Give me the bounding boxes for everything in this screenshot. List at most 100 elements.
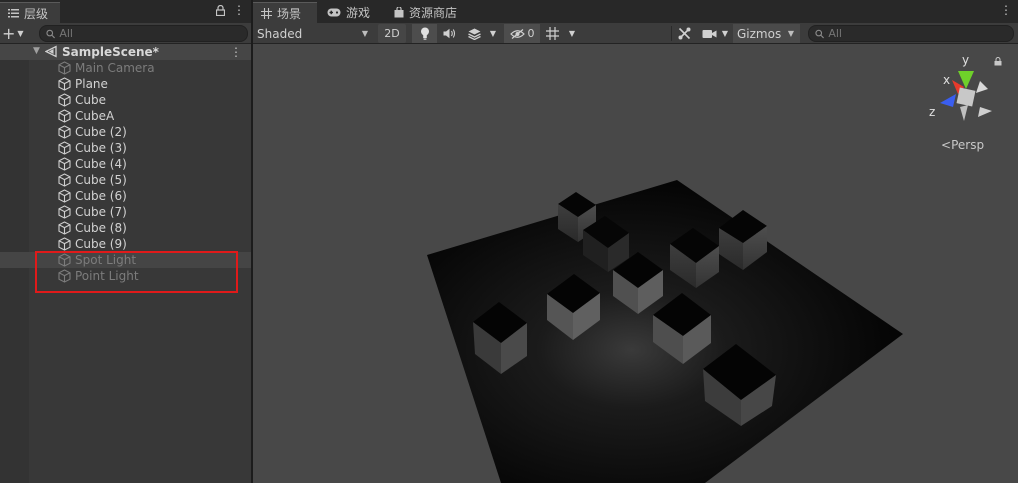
chevron-down-icon: ▼ [721, 29, 729, 38]
gameobject-cube-icon [58, 109, 71, 123]
scene-toolbar: Shaded ▼ 2D ▼ 0 ▼ ▼ Gizmos ▼ All [253, 23, 1018, 44]
scene-menu-icon[interactable]: ⋮ [230, 44, 242, 60]
hierarchy-tree: ▼ SampleScene* ⋮ Main Camera Plane Cube Cub… [0, 44, 251, 483]
toolbar-separator [671, 26, 672, 41]
hierarchy-item-label: Cube (8) [75, 221, 127, 235]
scene-render [427, 180, 903, 483]
scene-viewport[interactable]: y x z <Persp [253, 44, 1018, 483]
gizmos-label: Gizmos [737, 26, 782, 41]
hierarchy-item-label: Cube (2) [75, 125, 127, 139]
hierarchy-search[interactable] [39, 25, 248, 42]
chevron-down-icon: ▼ [361, 29, 368, 38]
gamepad-icon [327, 8, 341, 17]
shopping-bag-icon [394, 7, 404, 18]
foldout-icon[interactable]: ▼ [33, 46, 40, 56]
hierarchy-item[interactable]: Cube (8) [0, 220, 251, 236]
gameobject-cube-icon [58, 93, 71, 107]
gizmo-y-label: y [962, 53, 969, 67]
chevron-down-icon: ▼ [787, 29, 794, 38]
tab-game[interactable]: 游戏 [319, 2, 378, 23]
chevron-down-icon: ▼ [489, 29, 497, 38]
camera-icon [702, 29, 716, 38]
chevron-left-icon: < [941, 138, 952, 152]
scene-name: SampleScene* [62, 45, 159, 59]
tab-scene[interactable]: 场景 [253, 2, 317, 23]
hierarchy-item[interactable]: Cube [0, 92, 251, 108]
gameobject-cube-icon [58, 61, 71, 75]
camera-dropdown[interactable]: ▼ [719, 24, 731, 43]
list-icon [8, 8, 19, 17]
grid-icon [261, 7, 272, 19]
tab-menu-icon[interactable]: ⋮ [1000, 3, 1012, 17]
hierarchy-item[interactable]: Cube (3) [0, 140, 251, 156]
gizmos-dropdown[interactable]: Gizmos ▼ [733, 24, 800, 43]
shading-mode-dropdown[interactable]: Shaded ▼ [253, 24, 374, 43]
create-button[interactable]: + ▼ [2, 25, 32, 42]
toggle-2d-button[interactable]: 2D [378, 24, 406, 43]
chevron-down-icon: ▼ [17, 28, 24, 38]
camera-settings-button[interactable] [698, 24, 720, 43]
gameobject-cube-icon [58, 125, 71, 139]
hierarchy-panel: 层级 ⋮ + ▼ ▼ SampleScene* ⋮ Main Camera Pla… [0, 0, 251, 483]
gameobject-cube-icon [58, 237, 71, 251]
hierarchy-tabbar: 层级 ⋮ [0, 0, 251, 23]
search-icon [46, 29, 55, 38]
lock-icon[interactable] [994, 57, 1002, 66]
gameobject-cube-icon [58, 205, 71, 219]
gameobject-cube-icon [58, 77, 71, 91]
lighting-toggle[interactable] [412, 24, 437, 43]
scene-header[interactable]: ▼ SampleScene* ⋮ [0, 44, 251, 60]
hierarchy-item[interactable]: Main Camera [0, 60, 251, 76]
hierarchy-item[interactable]: Cube (4) [0, 156, 251, 172]
hierarchy-item-label: Cube (5) [75, 173, 127, 187]
audio-toggle[interactable] [438, 24, 460, 43]
tab-asset-store-label: 资源商店 [409, 6, 458, 20]
tab-menu-icon[interactable]: ⋮ [233, 3, 245, 17]
gizmo-z-label: z [929, 105, 935, 119]
tab-asset-store[interactable]: 资源商店 [386, 2, 465, 23]
hierarchy-item-label: Cube (7) [75, 205, 127, 219]
layers-icon [467, 28, 481, 40]
effects-toggle[interactable] [463, 24, 485, 43]
lock-icon[interactable] [216, 4, 225, 16]
hierarchy-item[interactable]: Cube (9) [0, 236, 251, 252]
scene-search-input[interactable] [828, 27, 1013, 40]
plus-icon: + [2, 23, 16, 43]
gizmo-neg-y-cone[interactable] [960, 105, 968, 121]
hierarchy-item[interactable]: Cube (7) [0, 204, 251, 220]
scene-visibility-toggle[interactable]: 0 [504, 24, 540, 43]
grid-toggle[interactable] [543, 24, 561, 43]
gizmo-z-cone[interactable] [940, 94, 956, 107]
speaker-icon [443, 28, 455, 39]
gameobject-cube-icon [58, 141, 71, 155]
effects-dropdown[interactable]: ▼ [486, 24, 500, 43]
hierarchy-item-label: Cube [75, 93, 106, 107]
tools-toggle[interactable] [673, 24, 695, 43]
hierarchy-item[interactable]: CubeA [0, 108, 251, 124]
tab-game-label: 游戏 [346, 6, 371, 20]
hidden-eye-icon [509, 28, 525, 39]
hierarchy-item[interactable]: Cube (2) [0, 124, 251, 140]
gameobject-cube-icon [58, 221, 71, 235]
grid-snap-icon [545, 27, 559, 40]
hierarchy-item-label: Cube (6) [75, 189, 127, 203]
hierarchy-item-label: Cube (4) [75, 157, 127, 171]
hierarchy-item-label: Cube (3) [75, 141, 127, 155]
hierarchy-item-label: Plane [75, 77, 108, 91]
hierarchy-item[interactable]: Plane [0, 76, 251, 92]
hierarchy-search-input[interactable] [59, 27, 247, 40]
gizmo-center-cube[interactable] [956, 87, 976, 107]
lightbulb-icon [420, 27, 429, 40]
gizmo-neg-z-cone[interactable] [978, 107, 992, 117]
hierarchy-item[interactable]: Cube (5) [0, 172, 251, 188]
scene-search[interactable] [808, 25, 1014, 42]
hierarchy-item[interactable]: Cube (6) [0, 188, 251, 204]
tab-hierarchy-label: 层级 [24, 6, 49, 21]
scene-tab-controls: ⋮ [1000, 3, 1012, 17]
tab-hierarchy[interactable]: 层级 [0, 2, 60, 23]
hidden-count: 0 [527, 27, 535, 40]
gizmo-neg-x-cone[interactable] [976, 81, 988, 93]
grid-dropdown[interactable]: ▼ [564, 24, 580, 43]
projection-toggle[interactable]: <Persp [941, 138, 984, 152]
wrench-icon [678, 27, 690, 40]
